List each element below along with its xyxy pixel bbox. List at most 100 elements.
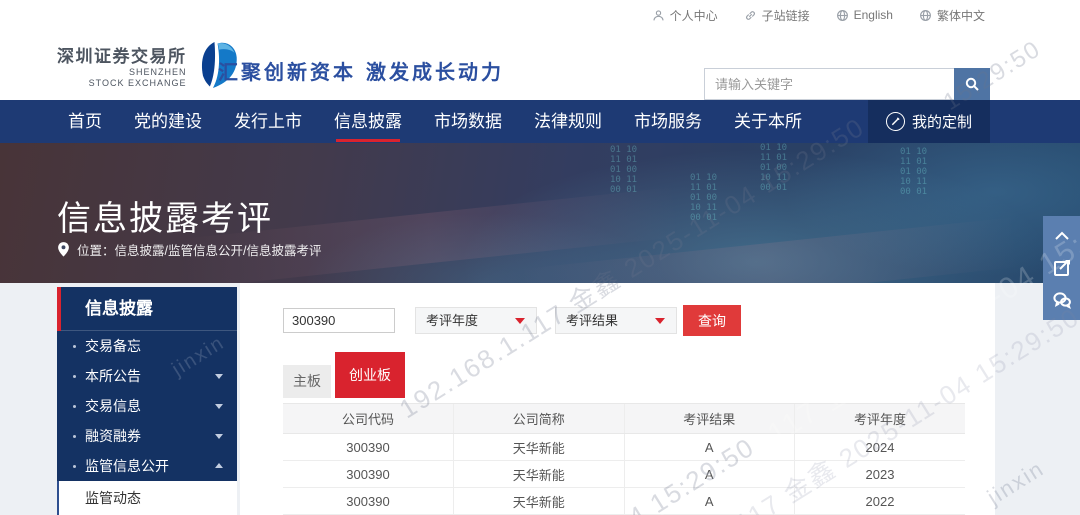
logo-english-name-line2: STOCK EXCHANGE xyxy=(57,78,187,89)
search-icon xyxy=(964,76,980,92)
chevron-up-icon xyxy=(1052,226,1072,246)
binary-texture: 01 10 11 01 01 00 10 11 00 01 xyxy=(760,143,787,193)
sidebar-submenu: 监管动态 xyxy=(57,481,237,515)
binary-texture: 01 10 11 01 01 00 10 11 00 01 xyxy=(610,145,637,195)
evaluation-result-label: 考评结果 xyxy=(566,313,618,328)
column-header-company-code: 公司代码 xyxy=(283,404,454,434)
chevron-down-icon xyxy=(215,434,223,439)
customization-icon xyxy=(886,112,905,131)
nav-item-party-building[interactable]: 党的建设 xyxy=(134,100,202,143)
main-nav: 首页 党的建设 发行上市 信息披露 市场数据 法律规则 市场服务 关于本所 我的… xyxy=(0,100,1080,143)
top-utility-bar: 个人中心 子站链接 English 繁体中文 xyxy=(0,0,1080,30)
cell-company-code: 300390 xyxy=(283,461,454,488)
nav-item-market-data[interactable]: 市场数据 xyxy=(434,100,502,143)
tab-main-board[interactable]: 主板 xyxy=(283,365,331,398)
breadcrumb: 位置：信息披露/监管信息公开/信息披露考评 xyxy=(57,240,321,259)
logo-chinese-name: 深圳证券交易所 xyxy=(57,42,187,67)
cell-eval-result: A xyxy=(624,461,795,488)
feedback-button[interactable] xyxy=(1047,254,1077,282)
chevron-down-icon xyxy=(215,404,223,409)
stock-code-input[interactable] xyxy=(283,308,395,333)
sidebar-item-trading-memo[interactable]: 交易备忘 xyxy=(57,331,237,361)
table-row[interactable]: 300390 天华新能 A 2023 xyxy=(283,461,965,488)
personal-center-label: 个人中心 xyxy=(670,7,718,24)
sidebar-item-trading-info[interactable]: 交易信息 xyxy=(57,391,237,421)
english-link[interactable]: English xyxy=(836,8,893,22)
cell-company-name: 天华新能 xyxy=(454,434,625,461)
evaluation-result-dropdown[interactable]: 考评结果 xyxy=(555,307,677,334)
sidebar-menu: 信息披露 交易备忘 本所公告 交易信息 融资融券 监管信息公开 xyxy=(57,287,237,481)
floating-toolbar xyxy=(1043,216,1080,320)
dropdown-triangle-icon xyxy=(515,318,525,324)
subsite-links-label: 子站链接 xyxy=(762,7,810,24)
table-row[interactable]: 300390 天华新能 A 2024 xyxy=(283,434,965,461)
sidebar-item-margin-trading[interactable]: 融资融券 xyxy=(57,421,237,451)
sidebar-item-label: 交易备忘 xyxy=(85,338,141,354)
content-card: 考评年度 考评结果 查询 主板 创业板 公司代码 公司简称 考评结果 考评年度 … xyxy=(240,283,995,515)
evaluation-year-dropdown[interactable]: 考评年度 xyxy=(415,307,537,334)
nav-item-rules[interactable]: 法律规则 xyxy=(534,100,602,143)
search-input[interactable] xyxy=(704,68,954,100)
edit-square-icon xyxy=(1052,258,1072,278)
nav-item-home[interactable]: 首页 xyxy=(68,100,102,143)
nav-item-services[interactable]: 市场服务 xyxy=(634,100,702,143)
subsite-links[interactable]: 子站链接 xyxy=(744,7,810,24)
binary-texture: 01 10 11 01 01 00 10 11 00 01 xyxy=(690,173,717,223)
column-header-company-name: 公司简称 xyxy=(454,404,625,434)
sidebar-item-label: 融资融券 xyxy=(85,428,141,444)
binary-texture: 01 10 11 01 01 00 10 11 00 01 xyxy=(900,147,927,197)
dropdown-triangle-icon xyxy=(655,318,665,324)
sidebar-title: 信息披露 xyxy=(57,287,237,331)
tab-chinext-board[interactable]: 创业板 xyxy=(335,352,405,398)
brand-slogan: 汇聚创新资本 激发成长动力 xyxy=(218,56,504,85)
sidebar-item-label: 监管信息公开 xyxy=(85,458,169,474)
logo-text-block: 深圳证券交易所 SHENZHEN STOCK EXCHANGE xyxy=(57,42,187,89)
my-customization-button[interactable]: 我的定制 xyxy=(868,100,990,143)
wechat-button[interactable] xyxy=(1047,286,1077,314)
table-header-row: 公司代码 公司简称 考评结果 考评年度 xyxy=(283,404,965,434)
cell-eval-year: 2024 xyxy=(795,434,966,461)
cell-eval-result: A xyxy=(624,488,795,515)
table-row[interactable]: 300390 天华新能 A 2022 xyxy=(283,488,965,515)
english-link-label: English xyxy=(854,8,893,22)
site-header: 深圳证券交易所 SHENZHEN STOCK EXCHANGE 汇聚创新资本 激… xyxy=(0,30,1080,100)
personal-center-link[interactable]: 个人中心 xyxy=(652,7,718,24)
cell-eval-year: 2023 xyxy=(795,461,966,488)
globe-icon xyxy=(919,9,932,22)
wechat-icon xyxy=(1052,290,1072,310)
hero-banner: 01 10 11 01 01 00 10 11 00 01 01 10 11 0… xyxy=(0,143,1080,283)
breadcrumb-text: 位置：信息披露/监管信息公开/信息披露考评 xyxy=(77,240,321,259)
cell-eval-year: 2022 xyxy=(795,488,966,515)
nav-item-disclosure[interactable]: 信息披露 xyxy=(334,100,402,143)
cell-company-code: 300390 xyxy=(283,434,454,461)
evaluation-year-label: 考评年度 xyxy=(426,313,478,328)
nav-item-listing[interactable]: 发行上市 xyxy=(234,100,302,143)
cell-company-name: 天华新能 xyxy=(454,488,625,515)
sidebar-item-regulatory-disclosure[interactable]: 监管信息公开 xyxy=(57,451,237,481)
column-header-eval-result: 考评结果 xyxy=(624,404,795,434)
nav-item-about[interactable]: 关于本所 xyxy=(734,100,802,143)
page-title: 信息披露考评 xyxy=(57,191,273,240)
sidebar-subitem-regulatory-news[interactable]: 监管动态 xyxy=(59,481,237,515)
sidebar-item-label: 交易信息 xyxy=(85,398,141,414)
sidebar-item-exchange-notices[interactable]: 本所公告 xyxy=(57,361,237,391)
evaluation-results-table: 公司代码 公司简称 考评结果 考评年度 300390 天华新能 A 2024 3… xyxy=(283,403,965,515)
traditional-chinese-label: 繁体中文 xyxy=(937,7,985,24)
sidebar-item-label: 本所公告 xyxy=(85,368,141,384)
query-button[interactable]: 查询 xyxy=(683,305,741,336)
search-button[interactable] xyxy=(954,68,990,100)
chevron-up-icon xyxy=(215,463,223,468)
globe-icon xyxy=(836,9,849,22)
cell-company-name: 天华新能 xyxy=(454,461,625,488)
cell-company-code: 300390 xyxy=(283,488,454,515)
sidebar: 信息披露 交易备忘 本所公告 交易信息 融资融券 监管信息公开 监管动态 xyxy=(57,287,237,515)
traditional-chinese-link[interactable]: 繁体中文 xyxy=(919,7,985,24)
chevron-down-icon xyxy=(215,374,223,379)
link-icon xyxy=(744,9,757,22)
szse-logo[interactable]: 深圳证券交易所 SHENZHEN STOCK EXCHANGE xyxy=(57,40,239,90)
site-search xyxy=(704,68,990,100)
column-header-eval-year: 考评年度 xyxy=(795,404,966,434)
back-to-top-button[interactable] xyxy=(1047,222,1077,250)
cell-eval-result: A xyxy=(624,434,795,461)
person-icon xyxy=(652,9,665,22)
